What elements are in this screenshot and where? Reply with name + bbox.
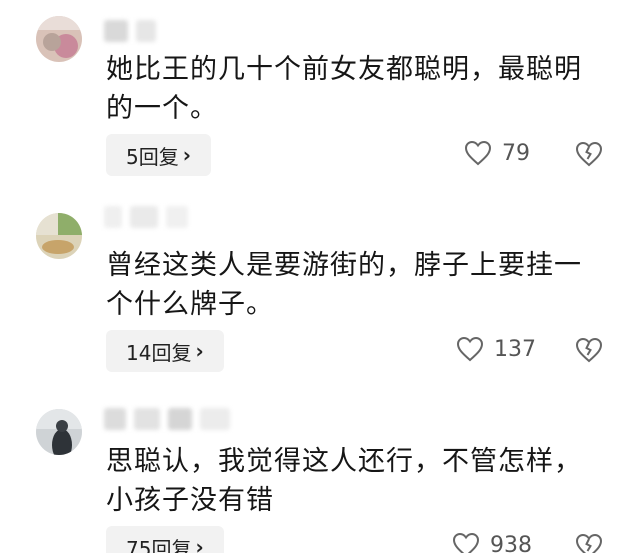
reply-label: 5回复 xyxy=(126,144,179,169)
avatar-image xyxy=(36,16,82,62)
username-blurred[interactable] xyxy=(104,408,230,430)
comment-item: 曾经这类人是要游街的，脖子上要挂一个什么牌子。 14回复 › 137 xyxy=(0,200,640,390)
chevron-right-icon: › xyxy=(195,339,204,363)
reply-label: 14回复 xyxy=(126,340,192,365)
username-blurred[interactable] xyxy=(104,206,188,228)
chevron-right-icon: › xyxy=(195,535,204,553)
reply-button[interactable]: 75回复 › xyxy=(106,526,224,553)
comment-text: 曾经这类人是要游街的，脖子上要挂一个什么牌子。 xyxy=(106,250,582,320)
comment-feed: 她比王的几十个前女友都聪明，最聪明的一个。 5回复 › 79 曾经这类人是要游街… xyxy=(0,0,640,553)
avatar[interactable] xyxy=(36,16,82,62)
heart-outline-icon xyxy=(456,336,484,362)
avatar[interactable] xyxy=(36,213,82,259)
dislike-button[interactable] xyxy=(574,532,604,553)
like-count: 79 xyxy=(502,140,530,166)
reply-label: 75回复 xyxy=(126,536,192,553)
like-count: 938 xyxy=(490,532,532,553)
like-count: 137 xyxy=(494,336,536,362)
username-blurred[interactable] xyxy=(104,20,156,42)
like-button[interactable]: 137 xyxy=(456,336,536,362)
avatar[interactable] xyxy=(36,409,82,455)
broken-heart-outline-icon xyxy=(575,337,603,363)
like-button[interactable]: 938 xyxy=(452,532,532,553)
avatar-image xyxy=(36,213,82,259)
dislike-button[interactable] xyxy=(574,336,604,364)
comment-item: 思聪认，我觉得这人还行，不管怎样，小孩子没有错 75回复 › 938 xyxy=(0,400,640,553)
reply-button[interactable]: 5回复 › xyxy=(106,134,211,176)
heart-outline-icon xyxy=(452,532,480,553)
comment-text: 思聪认，我觉得这人还行，不管怎样，小孩子没有错 xyxy=(106,446,582,516)
like-button[interactable]: 79 xyxy=(464,140,530,166)
dislike-button[interactable] xyxy=(574,140,604,168)
heart-outline-icon xyxy=(464,140,492,166)
comment-item: 她比王的几十个前女友都聪明，最聪明的一个。 5回复 › 79 xyxy=(0,0,640,190)
broken-heart-outline-icon xyxy=(575,533,603,553)
comment-text: 她比王的几十个前女友都聪明，最聪明的一个。 xyxy=(106,54,582,124)
avatar-image xyxy=(36,409,82,455)
chevron-right-icon: › xyxy=(182,143,191,167)
broken-heart-outline-icon xyxy=(575,141,603,167)
reply-button[interactable]: 14回复 › xyxy=(106,330,224,372)
